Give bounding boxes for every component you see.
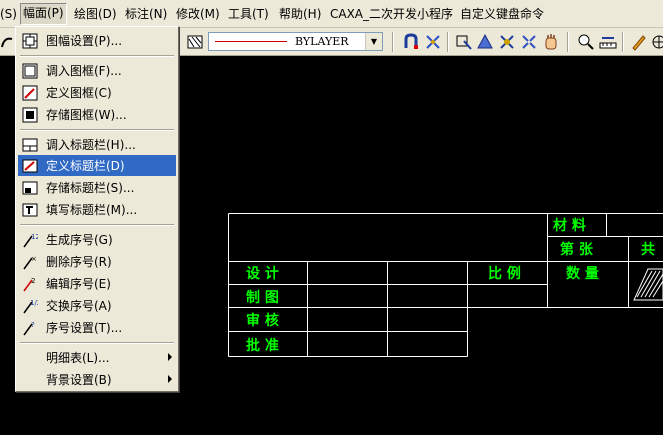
menu-custom-keyboard[interactable]: 自定义键盘命令 xyxy=(460,7,544,21)
scale-tool-icon[interactable] xyxy=(520,33,538,51)
menu-item-load-titleblock[interactable]: 调入标题栏(H)... xyxy=(18,134,176,155)
number-settings-icon: ? xyxy=(23,321,35,336)
menu-item-save-titleblock[interactable]: 存储标题栏(S)... xyxy=(18,177,176,198)
menu-item-edit-number[interactable]: 2 编辑序号(E) xyxy=(18,273,176,294)
menu-item-label: 存储图框(W)... xyxy=(46,108,127,122)
menu-sheet[interactable]: 幅面(P) xyxy=(20,3,67,25)
edit-number-icon: 2 xyxy=(23,277,35,292)
menu-separator xyxy=(20,129,174,131)
define-titleblock-icon xyxy=(22,159,38,173)
title-block-label-material: 材 料 xyxy=(553,217,586,234)
menu-item-label: 填写标题栏(M)... xyxy=(46,203,138,217)
svg-text:2: 2 xyxy=(31,277,35,285)
zoom-window-icon[interactable] xyxy=(577,33,595,51)
menu-item-label: 序号设置(T)... xyxy=(46,321,123,335)
query-icon[interactable] xyxy=(455,33,473,51)
delete-number-icon: × xyxy=(23,255,37,270)
menu-item-label: 编辑序号(E) xyxy=(46,277,111,291)
menu-item-sheet-setup[interactable]: 图幅设置(P)... xyxy=(18,30,176,51)
menu-item-number-settings[interactable]: ? 序号设置(T)... xyxy=(18,317,176,338)
svg-text:1/2: 1/2 xyxy=(30,299,38,307)
menu-s[interactable]: (S) xyxy=(0,7,17,21)
snap-point-icon[interactable] xyxy=(424,33,442,51)
menu-item-label: 交换序号(A) xyxy=(46,299,112,313)
menu-item-label: 删除序号(R) xyxy=(46,255,112,269)
menu-bar: (S) 幅面(P) 绘图(D) 标注(N) 修改(M) 工具(T) 帮助(H) … xyxy=(0,0,663,28)
menu-tools[interactable]: 工具(T) xyxy=(228,7,269,21)
title-block-label-sheet: 第 张 xyxy=(560,241,594,258)
svg-text:?: ? xyxy=(31,321,35,329)
toolbar-separator xyxy=(392,32,394,52)
menu-item-delete-number[interactable]: × 删除序号(R) xyxy=(18,251,176,272)
save-frame-icon xyxy=(22,107,38,123)
menu-item-swap-number[interactable]: 1/2 交换序号(A) xyxy=(18,295,176,316)
magnet-snap-icon[interactable] xyxy=(402,33,420,51)
hatch-tool-icon[interactable] xyxy=(186,33,204,51)
menu-item-label: 定义图框(C) xyxy=(46,86,112,100)
sheet-dropdown-menu: 图幅设置(P)... 调入图框(F)... 定义图框(C) 存储图框(W)...… xyxy=(15,26,179,392)
toolbar-separator xyxy=(567,32,569,52)
linetype-select[interactable]: BYLAYER ▼ xyxy=(208,32,383,51)
title-block-lines xyxy=(228,213,663,357)
title-block-label-total: 共 xyxy=(641,241,655,258)
fill-titleblock-icon xyxy=(22,203,38,217)
swap-number-icon: 1/2 xyxy=(23,299,38,314)
menu-separator xyxy=(20,55,174,57)
menu-item-generate-number[interactable]: 12 生成序号(G) xyxy=(18,229,176,250)
sheet-setup-icon xyxy=(22,33,38,49)
title-block-label-quantity: 数 量 xyxy=(566,265,599,282)
menu-item-label: 调入图框(F)... xyxy=(46,64,122,78)
title-block-label-design: 设 计 xyxy=(246,265,279,282)
menu-modify[interactable]: 修改(M) xyxy=(176,7,220,21)
grid-icon[interactable] xyxy=(650,33,663,51)
pencil-icon[interactable] xyxy=(630,33,648,51)
pan-hand-icon[interactable] xyxy=(542,33,560,51)
menu-item-label: 背景设置(B) xyxy=(46,373,112,387)
menu-item-define-frame[interactable]: 定义图框(C) xyxy=(18,82,176,103)
menu-item-label: 存储标题栏(S)... xyxy=(46,181,135,195)
menu-item-label: 定义标题栏(D) xyxy=(46,159,125,173)
menu-separator xyxy=(20,224,174,226)
svg-text:12: 12 xyxy=(31,233,38,241)
define-frame-icon xyxy=(22,85,38,101)
title-block-label-approve: 批 准 xyxy=(246,337,279,354)
generate-number-icon: 12 xyxy=(23,233,38,248)
submenu-arrow-icon xyxy=(168,353,172,361)
title-block-label-drawing: 制 图 xyxy=(246,289,279,306)
toolbar-separator xyxy=(622,32,624,52)
menu-help[interactable]: 帮助(H) xyxy=(279,7,321,21)
load-titleblock-icon xyxy=(22,138,38,152)
hatch-symbol xyxy=(633,268,663,301)
menu-item-define-titleblock[interactable]: 定义标题栏(D) xyxy=(18,155,176,176)
triangle-tool-icon[interactable] xyxy=(476,33,494,51)
toolbar-separator xyxy=(447,32,449,52)
menu-item-fill-titleblock[interactable]: 填写标题栏(M)... xyxy=(18,199,176,220)
menu-item-detail-table[interactable]: 明细表(L)... xyxy=(18,347,176,368)
svg-text:×: × xyxy=(31,255,37,263)
menu-separator xyxy=(20,342,174,344)
menu-dimension[interactable]: 标注(N) xyxy=(125,7,167,21)
linetype-preview xyxy=(215,41,287,42)
menu-item-label: 图幅设置(P)... xyxy=(46,34,123,48)
menu-item-background-settings[interactable]: 背景设置(B) xyxy=(18,369,176,390)
load-frame-icon xyxy=(22,63,38,79)
menu-item-label: 生成序号(G) xyxy=(46,233,113,247)
linetype-value: BYLAYER xyxy=(295,35,349,48)
move-tool-icon[interactable] xyxy=(498,33,516,51)
menu-caxa-secondary-dev[interactable]: CAXA_二次开发小程序 xyxy=(330,7,453,21)
title-block-label-review: 审 核 xyxy=(246,312,279,329)
menu-item-save-frame[interactable]: 存储图框(W)... xyxy=(18,104,176,125)
title-block-label-scale: 比 例 xyxy=(488,265,521,282)
menu-item-label: 调入标题栏(H)... xyxy=(46,138,136,152)
submenu-arrow-icon xyxy=(168,375,172,383)
menu-draw[interactable]: 绘图(D) xyxy=(74,7,117,21)
chevron-down-icon[interactable]: ▼ xyxy=(365,33,382,50)
menu-item-load-frame[interactable]: 调入图框(F)... xyxy=(18,60,176,81)
save-titleblock-icon xyxy=(22,181,38,195)
measure-icon[interactable] xyxy=(599,33,617,51)
menu-item-label: 明细表(L)... xyxy=(46,351,110,365)
